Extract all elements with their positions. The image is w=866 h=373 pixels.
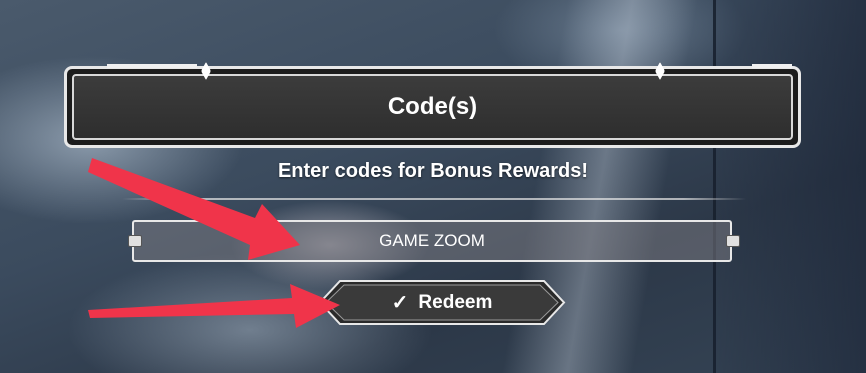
annotation-arrows [88,158,340,328]
arrow-to-input [88,158,300,260]
arrow-to-redeem [88,284,340,328]
